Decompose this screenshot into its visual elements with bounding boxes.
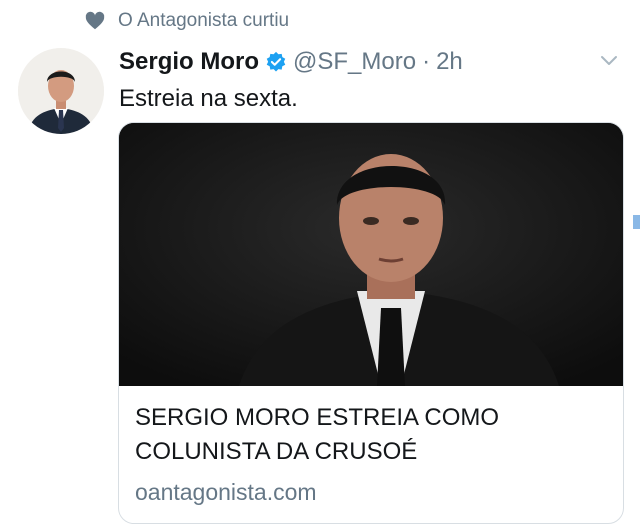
author-handle[interactable]: @SF_Moro <box>293 48 416 76</box>
author-name[interactable]: Sergio Moro <box>119 48 259 76</box>
chevron-down-icon[interactable] <box>600 54 618 68</box>
tweet-header: Sergio Moro @SF_Moro · 2h <box>119 45 463 79</box>
tweet-timestamp[interactable]: 2h <box>436 48 463 76</box>
heart-icon <box>85 11 105 30</box>
social-context: O Antagonista curtiu <box>84 8 289 34</box>
avatar[interactable] <box>18 48 104 134</box>
link-card[interactable]: SERGIO MORO ESTREIA COMO COLUNISTA DA CR… <box>118 122 624 524</box>
avatar-photo <box>18 48 104 134</box>
verified-badge-icon <box>266 51 286 72</box>
separator-dot: · <box>422 48 431 75</box>
card-domain[interactable]: oantagonista.com <box>135 479 317 506</box>
social-context-text: O Antagonista curtiu <box>118 10 290 31</box>
card-image <box>119 123 623 386</box>
card-photo <box>119 123 623 386</box>
card-title[interactable]: SERGIO MORO ESTREIA COMO COLUNISTA DA CR… <box>135 401 605 469</box>
scroll-indicator <box>633 215 640 229</box>
tweet-text: Estreia na sexta. <box>119 85 298 112</box>
